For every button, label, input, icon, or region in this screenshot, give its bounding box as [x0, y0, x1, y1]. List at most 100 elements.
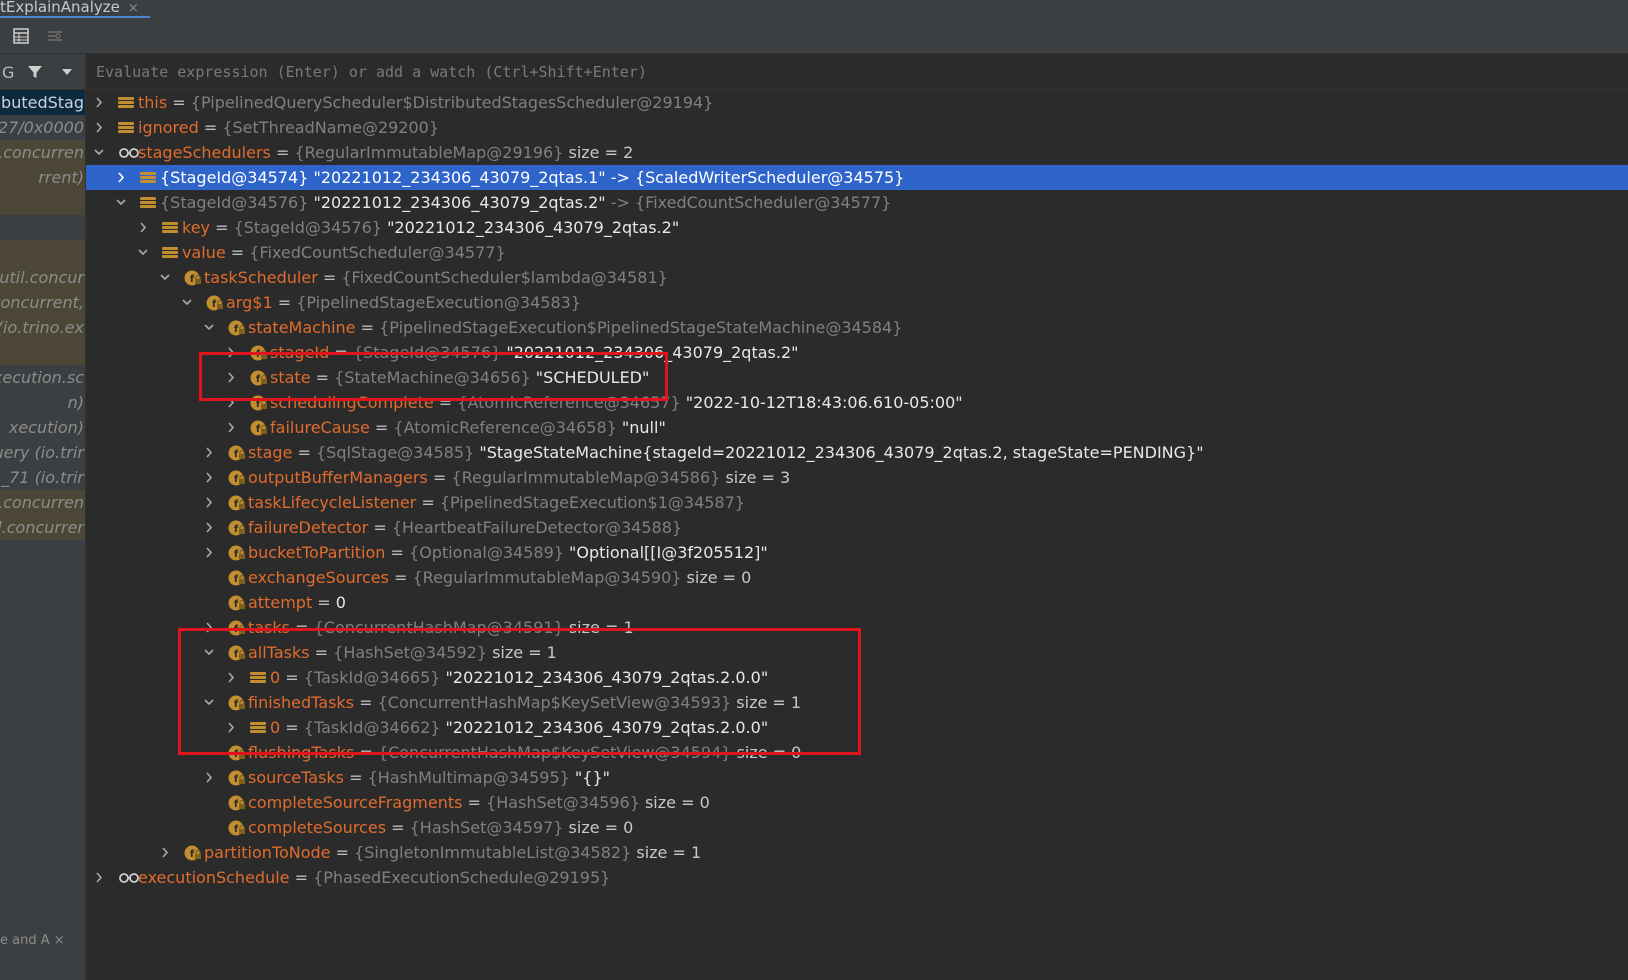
tree-row[interactable]: f flushingTasks = {ConcurrentHashMap$KeyS… — [86, 740, 1628, 765]
tree-row[interactable]: this = {PipelinedQueryScheduler$Distribu… — [86, 90, 1628, 115]
chevron-right-icon[interactable] — [202, 465, 216, 490]
tree-row[interactable]: f attempt = 0 — [86, 590, 1628, 615]
frame-item[interactable]: rrent) — [0, 165, 85, 190]
tree-row[interactable]: f arg$1 = {PipelinedStageExecution@34583} — [86, 290, 1628, 315]
tree-row-text: stageSchedulers = {RegularImmutableMap@2… — [138, 140, 633, 165]
chevron-right-icon[interactable] — [224, 340, 238, 365]
tab-close-icon[interactable]: × — [128, 1, 139, 16]
chevron-right-icon[interactable] — [92, 90, 106, 115]
field-lock-icon: f — [228, 794, 245, 811]
layout-settings-icon[interactable] — [46, 27, 64, 45]
tree-row[interactable]: key = {StageId@34576} "20221012_234306_4… — [86, 215, 1628, 240]
frames-header: G — [0, 54, 85, 90]
frame-item[interactable]: il.concurren — [0, 490, 85, 515]
chevron-right-icon[interactable] — [224, 390, 238, 415]
frame-item[interactable] — [0, 215, 85, 240]
variable-target-type: -> {FixedCountScheduler@34577} — [605, 193, 892, 212]
tree-row[interactable]: 0 = {TaskId@34665} "20221012_234306_4307… — [86, 665, 1628, 690]
tree-row[interactable]: f stateMachine = {PipelinedStageExecution… — [86, 315, 1628, 340]
chevron-down-icon[interactable] — [114, 190, 128, 215]
tree-row[interactable]: f schedulingComplete = {AtomicReference@3… — [86, 390, 1628, 415]
chevron-right-icon[interactable] — [224, 415, 238, 440]
tree-row[interactable]: executionSchedule = {PhasedExecutionSche… — [86, 865, 1628, 890]
chevron-right-icon[interactable] — [224, 665, 238, 690]
tree-row[interactable]: f outputBufferManagers = {RegularImmutabl… — [86, 465, 1628, 490]
frame-item[interactable]: concurrent, — [0, 290, 85, 315]
tree-row[interactable]: value = {FixedCountScheduler@34577} — [86, 240, 1628, 265]
tree-row[interactable]: f state = {StateMachine@34656} "SCHEDULED… — [86, 365, 1628, 390]
tree-row[interactable]: {StageId@34574} "20221012_234306_43079_2… — [86, 165, 1628, 190]
chevron-right-icon[interactable] — [158, 840, 172, 865]
tree-row[interactable]: f taskLifecycleListener = {PipelinedStage… — [86, 490, 1628, 515]
tree-row[interactable]: f stageId = {StageId@34576} "20221012_234… — [86, 340, 1628, 365]
filter-icon[interactable] — [26, 63, 44, 81]
chevron-down-icon[interactable] — [136, 240, 150, 265]
frame-item[interactable] — [0, 190, 85, 215]
frame-item[interactable]: .concurren — [0, 140, 85, 165]
chevron-down-icon[interactable] — [202, 690, 216, 715]
frame-item[interactable]: xecution.sc — [0, 365, 85, 390]
tree-row[interactable]: f completeSources = {HashSet@34597} size … — [86, 815, 1628, 840]
chevron-right-icon[interactable] — [202, 615, 216, 640]
tree-row-text: state = {StateMachine@34656} "SCHEDULED" — [270, 365, 649, 390]
tree-row[interactable]: f stage = {SqlStage@34585} "StageStateMac… — [86, 440, 1628, 465]
tree-row[interactable]: f tasks = {ConcurrentHashMap@34591} size … — [86, 615, 1628, 640]
frame-item[interactable] — [0, 240, 85, 265]
svg-text:f: f — [234, 549, 239, 560]
evaluate-expression-input[interactable] — [96, 60, 1496, 84]
chevron-down-icon[interactable] — [202, 640, 216, 665]
tree-row[interactable]: f bucketToPartition = {Optional@34589} "O… — [86, 540, 1628, 565]
chevron-right-icon[interactable] — [224, 365, 238, 390]
frame-item[interactable]: xecution) — [0, 415, 85, 440]
frames-bottom-tab[interactable]: e and A × — [0, 928, 85, 954]
chevron-right-icon[interactable] — [202, 490, 216, 515]
chevron-down-icon[interactable] — [92, 140, 106, 165]
tree-row[interactable]: 0 = {TaskId@34662} "20221012_234306_4307… — [86, 715, 1628, 740]
svg-text:f: f — [212, 299, 217, 310]
variable-size: size = 0 — [736, 743, 802, 762]
chevron-right-icon[interactable] — [92, 865, 106, 890]
chevron-right-icon[interactable] — [202, 765, 216, 790]
variable-size: size = 2 — [568, 143, 634, 162]
tree-row[interactable]: f taskScheduler = {FixedCountScheduler$la… — [86, 265, 1628, 290]
chevron-right-icon[interactable] — [224, 715, 238, 740]
chevron-right-icon[interactable] — [114, 165, 128, 190]
chevron-down-icon[interactable] — [158, 265, 172, 290]
chevron-right-icon[interactable] — [202, 440, 216, 465]
frame-item-label: 027/0x0000 — [0, 118, 84, 137]
chevron-down-icon[interactable] — [202, 315, 216, 340]
field-lock-icon: f — [228, 594, 245, 611]
tree-row[interactable]: f sourceTasks = {HashMultimap@34595} "{}" — [86, 765, 1628, 790]
tree-row[interactable]: f finishedTasks = {ConcurrentHashMap$KeyS… — [86, 690, 1628, 715]
variable-type: {PipelinedStageExecution$PipelinedStageS… — [379, 318, 903, 337]
tree-row[interactable]: f allTasks = {HashSet@34592} size = 1 — [86, 640, 1628, 665]
frame-item[interactable]: util.concur — [0, 265, 85, 290]
tree-row[interactable]: stageSchedulers = {RegularImmutableMap@2… — [86, 140, 1628, 165]
tree-row[interactable]: f exchangeSources = {RegularImmutableMap@… — [86, 565, 1628, 590]
table-view-icon[interactable] — [12, 27, 30, 45]
frame-item[interactable] — [0, 340, 85, 365]
chevron-down-icon[interactable] — [60, 65, 74, 79]
frame-item-label: .concurren — [0, 143, 84, 162]
frame-item[interactable]: n) — [0, 390, 85, 415]
tree-row[interactable]: ignored = {SetThreadName@29200} — [86, 115, 1628, 140]
chevron-right-icon[interactable] — [202, 515, 216, 540]
chevron-right-icon[interactable] — [92, 115, 106, 140]
tree-row[interactable]: f failureCause = {AtomicReference@34658} … — [86, 415, 1628, 440]
tree-row[interactable]: f completeSourceFragments = {HashSet@3459… — [86, 790, 1628, 815]
frame-item[interactable]: il.concurrer — [0, 515, 85, 540]
frame-item[interactable]: r (io.trino.ex — [0, 315, 85, 340]
tree-row[interactable]: f failureDetector = {HeartbeatFailureDete… — [86, 515, 1628, 540]
equals-sign: = — [167, 93, 191, 112]
chevron-right-icon[interactable] — [202, 540, 216, 565]
frame-item[interactable]: 027/0x0000 — [0, 115, 85, 140]
field-lock-icon: f — [184, 269, 201, 286]
chevron-right-icon[interactable] — [136, 215, 150, 240]
frame-item[interactable]: ributedStag — [0, 90, 85, 115]
chevron-down-icon[interactable] — [180, 290, 194, 315]
frame-item[interactable]: uery (io.trir — [0, 440, 85, 465]
tree-row[interactable]: {StageId@34576} "20221012_234306_43079_2… — [86, 190, 1628, 215]
frame-item[interactable]: 3_71 (io.trir — [0, 465, 85, 490]
equals-sign: = — [462, 793, 487, 812]
tree-row[interactable]: f partitionToNode = {SingletonImmutableLi… — [86, 840, 1628, 865]
